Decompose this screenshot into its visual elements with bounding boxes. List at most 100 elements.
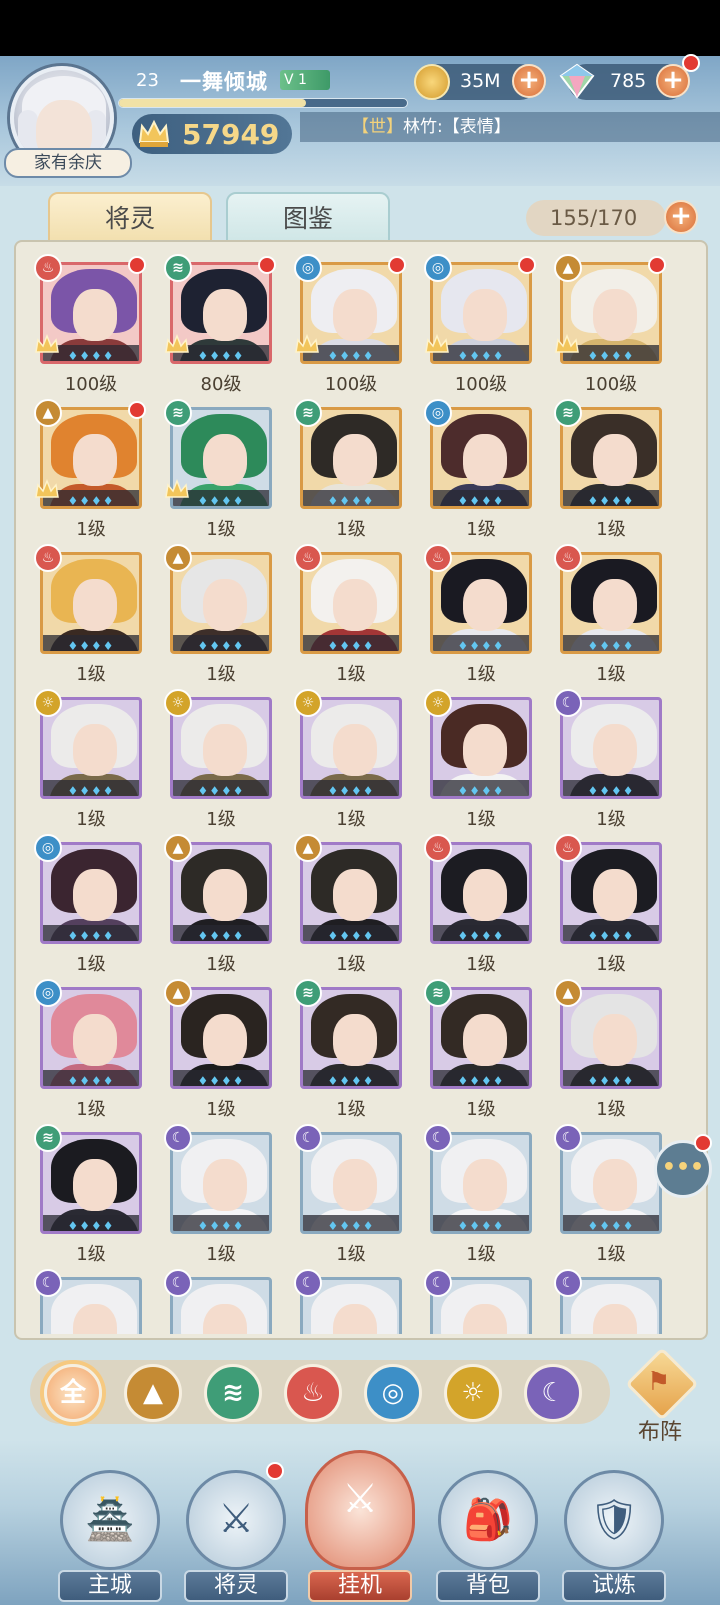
world-chat-strip[interactable]: 【世】林竹:【表情】	[300, 112, 720, 142]
character-card[interactable]: ♦♦♦♦ ▲ 100级	[554, 254, 666, 402]
star-icons: ♦♦♦♦	[587, 1074, 635, 1088]
portrait-face	[463, 724, 507, 776]
character-card[interactable]: ♦♦♦♦ ☼ 1级	[34, 689, 144, 837]
filter-wind-button[interactable]: ≋	[204, 1364, 262, 1422]
nav-spirits[interactable]: ⚔ 将灵	[176, 1462, 296, 1605]
moon-icon: ☾	[554, 689, 582, 717]
character-card[interactable]: ♦♦♦♦ ▲ 1级	[164, 979, 274, 1127]
character-card[interactable]: ♦♦♦♦ ♨ 1级	[554, 834, 664, 982]
star-icons: ♦♦♦♦	[327, 494, 375, 508]
portrait-face	[593, 869, 637, 921]
character-level: 1级	[206, 954, 236, 975]
whirlwind-icon: ≋	[294, 399, 322, 427]
character-card[interactable]: ♦♦♦♦ ☾ 1级	[554, 689, 664, 837]
character-card[interactable]: ♦♦♦♦☾	[164, 1269, 274, 1334]
character-card[interactable]: ♦♦♦♦ ♨ 1级	[294, 544, 404, 692]
character-card[interactable]: ♦♦♦♦ ☾ 1级	[164, 1124, 274, 1272]
character-card[interactable]: ♦♦♦♦☾	[34, 1269, 144, 1334]
star-rating: ♦♦♦♦	[303, 1070, 399, 1086]
formation-button[interactable]: ⚑ 布阵	[620, 1347, 700, 1445]
character-card[interactable]: ♦♦♦♦ ☼ 1级	[164, 689, 274, 837]
star-rating: ♦♦♦♦	[43, 635, 139, 651]
filter-earth-button[interactable]: ▲	[124, 1364, 182, 1422]
character-card[interactable]: ♦♦♦♦ ▲ 1级	[164, 834, 274, 982]
portrait-face	[593, 1014, 637, 1066]
tab-codex[interactable]: 图鉴	[226, 192, 390, 244]
character-card[interactable]: ♦♦♦♦ ☾ 1级	[554, 1124, 664, 1272]
expand-capacity-button[interactable]: +	[664, 200, 698, 234]
character-card[interactable]: ♦♦♦♦ ≋ 1级	[164, 399, 274, 547]
character-level: 1级	[596, 954, 626, 975]
nav-idle[interactable]: ⚔ 挂机	[300, 1450, 420, 1605]
portrait-face	[333, 434, 377, 486]
portrait-face	[203, 289, 247, 341]
star-rating: ♦♦♦♦	[173, 780, 269, 796]
character-card[interactable]: ♦♦♦♦ ♨ 100级	[34, 254, 146, 402]
character-card[interactable]: ♦♦♦♦☾	[424, 1269, 534, 1334]
character-card[interactable]: ♦♦♦♦ ♨ 1级	[34, 544, 144, 692]
star-rating: ♦♦♦♦	[43, 780, 139, 796]
character-level: 1级	[76, 954, 106, 975]
character-card[interactable]: ♦♦♦♦ ☾ 1级	[424, 1124, 534, 1272]
character-card[interactable]: ♦♦♦♦ ≋ 1级	[294, 979, 404, 1127]
character-card[interactable]: ♦♦♦♦ ≋ 1级	[424, 979, 534, 1127]
character-card[interactable]: ♦♦♦♦ ◎ 1级	[34, 834, 144, 982]
character-card[interactable]: ♦♦♦♦☾	[294, 1269, 404, 1334]
character-card[interactable]: ♦♦♦♦ ▲ 1级	[554, 979, 664, 1127]
character-card[interactable]: ♦♦♦♦ ◎ 1级	[424, 399, 534, 547]
character-card[interactable]: ♦♦♦♦ ♨ 1级	[554, 544, 664, 692]
character-grid[interactable]: ♦♦♦♦ ♨ 100级 ♦♦♦♦ ≋ 80级 ♦♦♦♦ ◎ 100级 ♦♦♦♦ ◎ 100级 ♦♦♦♦ ▲…	[26, 254, 686, 1334]
character-card[interactable]: ♦♦♦♦ ▲ 1级	[294, 834, 404, 982]
character-level: 100级	[324, 374, 378, 395]
player-title: 家有余庆	[4, 148, 132, 178]
star-icons: ♦♦♦♦	[587, 639, 635, 653]
character-level: 1级	[466, 664, 496, 685]
character-card[interactable]: ♦♦♦♦ ☾ 1级	[294, 1124, 404, 1272]
character-card[interactable]: ♦♦♦♦☾	[554, 1269, 664, 1334]
star-icons: ♦♦♦♦	[67, 494, 115, 508]
character-card[interactable]: ♦♦♦♦ ☼ 1级	[424, 689, 534, 837]
filter-dark-button[interactable]: ☾	[524, 1364, 582, 1422]
character-card[interactable]: ♦♦♦♦ ☼ 1级	[294, 689, 404, 837]
filter-light-button[interactable]: ☼	[444, 1364, 502, 1422]
character-card[interactable]: ♦♦♦♦ ◎ 1级	[34, 979, 144, 1127]
vip-badge[interactable]: V 1	[280, 70, 330, 90]
filter-water-button[interactable]: ◎	[364, 1364, 422, 1422]
sun-icon: ☼	[424, 689, 452, 717]
character-card[interactable]: ♦♦♦♦ ◎ 100级	[294, 254, 406, 402]
character-level: 1级	[336, 954, 366, 975]
nav-bag[interactable]: 🎒 背包	[428, 1470, 548, 1605]
portrait-face	[203, 1159, 247, 1211]
flag-icon: ⚑	[647, 1367, 671, 1397]
character-card[interactable]: ♦♦♦♦ ≋ 1级	[554, 399, 664, 547]
character-level: 1级	[336, 664, 366, 685]
tab-spirits[interactable]: 将灵	[48, 192, 212, 244]
character-card[interactable]: ♦♦♦♦ ≋ 1级	[34, 1124, 144, 1272]
mountain-icon: ▲	[554, 254, 582, 282]
character-card[interactable]: ♦♦♦♦ ≋ 80级	[164, 254, 276, 402]
character-card[interactable]: ♦♦♦♦ ▲ 1级	[164, 544, 274, 692]
star-icons: ♦♦♦♦	[327, 929, 375, 943]
character-card[interactable]: ♦♦♦♦ ≋ 1级	[294, 399, 404, 547]
character-card[interactable]: ♦♦♦♦ ♨ 1级	[424, 544, 534, 692]
filter-all-button[interactable]: 全	[44, 1364, 102, 1422]
coin-value: 35M	[460, 70, 501, 92]
star-rating: ♦♦♦♦	[563, 780, 659, 796]
filter-fire-button[interactable]: ♨	[284, 1364, 342, 1422]
star-rating: ♦♦♦♦	[563, 1215, 659, 1231]
moon-icon: ☾	[34, 1269, 62, 1297]
moon-icon: ☾	[164, 1269, 192, 1297]
character-card[interactable]: ♦♦♦♦ ▲ 1级	[34, 399, 146, 547]
character-card[interactable]: ♦♦♦♦ ♨ 1级	[424, 834, 534, 982]
nav-city[interactable]: 🏯 主城	[50, 1470, 170, 1605]
mountain-icon: ▲	[164, 834, 192, 862]
nav-label: 背包	[436, 1570, 540, 1602]
shield-icon-glyph: 🛡	[588, 1497, 640, 1543]
star-rating: ♦♦♦♦	[43, 1070, 139, 1086]
portrait-face	[203, 1014, 247, 1066]
wave-icon: ◎	[34, 979, 62, 1007]
add-coins-button[interactable]: +	[512, 64, 546, 98]
portrait-face	[333, 869, 377, 921]
nav-trial[interactable]: 🛡 试炼	[554, 1470, 674, 1605]
character-card[interactable]: ♦♦♦♦ ◎ 100级	[424, 254, 536, 402]
